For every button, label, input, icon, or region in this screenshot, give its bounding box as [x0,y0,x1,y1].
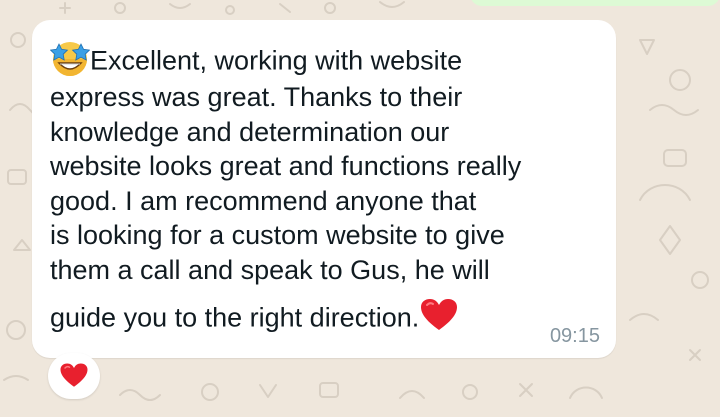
red-heart-emoji-icon [419,297,459,342]
message-line-text: Excellent, working with website [90,45,463,76]
reaction-badge[interactable] [48,353,100,399]
incoming-message-bubble[interactable]: Excellent, working with website express … [32,20,616,358]
message-line: website looks great and functions really [50,151,522,181]
message-line-text: guide you to the right direction. [50,302,420,333]
message-line: Excellent, working with website [49,38,610,80]
message-line: them a call and speak to Gus, he will [50,254,490,285]
message-line: is looking for a custom website to give [50,220,505,250]
message-timestamp: 09:15 [549,325,600,347]
message-line: express was great. Thanks to their [50,82,463,112]
message-line: guide you to the right direction. [50,297,610,342]
message-line: knowledge and determination our [50,116,450,147]
previous-message-bubble-edge [470,0,720,6]
message-text: Excellent, working with website express … [49,38,610,342]
message-line: good. I am recommend anyone that [50,185,477,216]
red-heart-reaction-icon [60,363,88,387]
